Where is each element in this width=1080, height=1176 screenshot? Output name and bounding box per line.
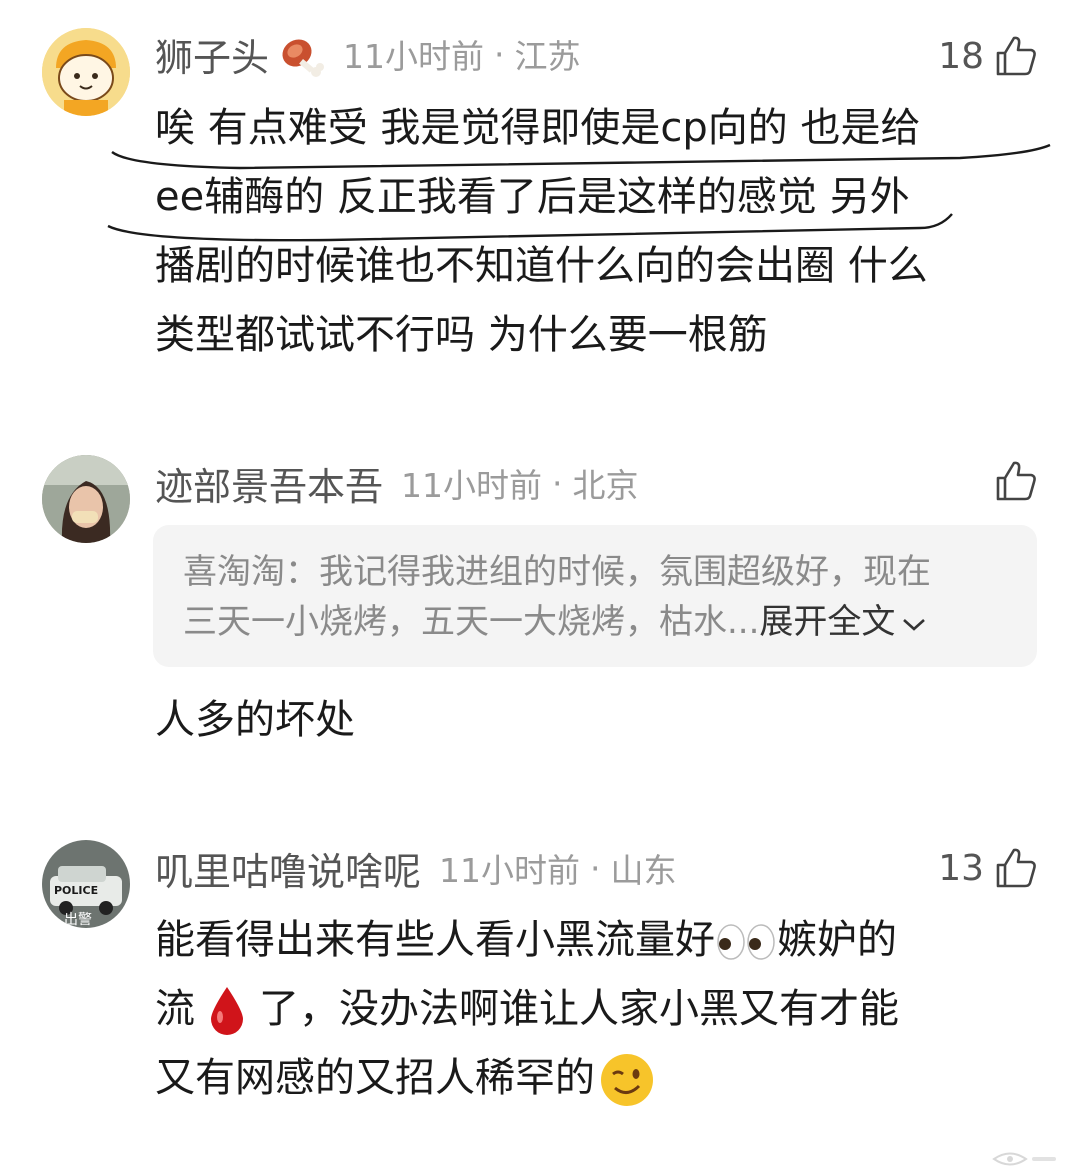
text-segment: 流 [155, 986, 195, 1032]
comment-location: 山东 [610, 851, 677, 890]
username[interactable]: 狮子头 [155, 27, 269, 82]
comment-time: 11小时前 [401, 466, 543, 505]
comment-text: 唉 有点难受 我是觉得即使是cp向的 也是给 ee辅酶的 反正我看了后是这样的感… [155, 94, 1045, 370]
like-count: 13 [938, 847, 984, 889]
avatar-label: POLICE [54, 884, 98, 897]
quote-text: 喜淘淘：我记得我进组的时候，氛围超级好，现在 三天一小烧烤，五天一大烧烤，枯水.… [183, 552, 931, 642]
text-segment: 了，没办法啊谁让人家小黑又有才能 [259, 986, 899, 1032]
quote-line: 三天一小烧烤，五天一大烧烤，枯水... [183, 602, 760, 642]
separator-dot: · [494, 34, 505, 74]
quote-line: 我记得我进组的时候，氛围超级好，现在 [319, 552, 931, 592]
comment-header: 狮子头 11小时前 · 江苏 [155, 26, 581, 82]
text-line: 类型都试试不行吗 为什么要一根筋 [155, 312, 768, 358]
avatar-photo-icon [42, 455, 130, 543]
avatar[interactable]: POLICE 出警 [42, 840, 130, 928]
comment-header: 叽里咕噜说啥呢 11小时前 · 山东 [155, 840, 677, 896]
watermark-logo-icon [992, 1152, 1056, 1166]
text-segment: 又有网感的又招人稀罕的 [155, 1055, 595, 1101]
wink-emoji-icon [601, 1054, 653, 1106]
comment-location: 江苏 [514, 37, 581, 76]
text-line: 能看得出来有些人看小黑流量好 嫉妒的 [155, 906, 1045, 975]
separator-dot: · [552, 463, 563, 503]
thumbs-up-icon [996, 461, 1036, 501]
comment-location: 北京 [572, 466, 639, 505]
avatar-cartoon-icon [42, 28, 130, 116]
separator-dot: · [590, 848, 601, 888]
quote-author[interactable]: 喜淘淘 [183, 552, 285, 592]
comment-text: 能看得出来有些人看小黑流量好 嫉妒的 流 了，没办法啊谁让人家小黑又有才能 又有网感… [155, 906, 1045, 1113]
thumbs-up-icon [996, 848, 1036, 888]
like-button[interactable] [994, 453, 1038, 509]
quoted-reply[interactable]: 喜淘淘：我记得我进组的时候，氛围超级好，现在 三天一小烧烤，五天一大烧烤，枯水.… [153, 525, 1037, 667]
comment-text: 人多的坏处 [155, 697, 355, 743]
eyes-emoji-icon [717, 924, 775, 960]
comment-time: 11小时前 [439, 851, 581, 890]
comment-header: 迹部景吾本吾 11小时前 · 北京 [155, 455, 639, 511]
text-line: ee辅酶的 反正我看了后是这样的感觉 另外 [155, 174, 910, 220]
chevron-down-icon[interactable] [899, 612, 929, 636]
avatar[interactable] [42, 455, 130, 543]
text-line: 唉 有点难受 我是觉得即使是cp向的 也是给 [155, 105, 921, 151]
username[interactable]: 迹部景吾本吾 [155, 456, 383, 511]
text-segment: 嫉妒的 [777, 917, 897, 963]
avatar[interactable] [42, 28, 130, 116]
meat-emoji-icon [282, 39, 325, 77]
text-line: 流 了，没办法啊谁让人家小黑又有才能 [155, 975, 1045, 1044]
thumbs-up-icon [996, 36, 1036, 76]
text-line: 又有网感的又招人稀罕的 [155, 1044, 1045, 1113]
avatar-police-car-icon: POLICE 出警 [42, 840, 130, 928]
expand-full-text-link[interactable]: 展开全文 [759, 602, 895, 642]
avatar-label: 出警 [64, 912, 92, 928]
username[interactable]: 叽里咕噜说啥呢 [155, 841, 421, 896]
text-line: 播剧的时候谁也不知道什么向的会出圈 什么 [155, 243, 928, 289]
blood-drop-emoji-icon [211, 987, 243, 1035]
like-button[interactable]: 13 [938, 840, 1038, 896]
like-count: 18 [938, 35, 984, 77]
like-button[interactable]: 18 [938, 28, 1038, 84]
text-segment: 能看得出来有些人看小黑流量好 [155, 917, 715, 963]
comment-time: 11小时前 [343, 37, 485, 76]
